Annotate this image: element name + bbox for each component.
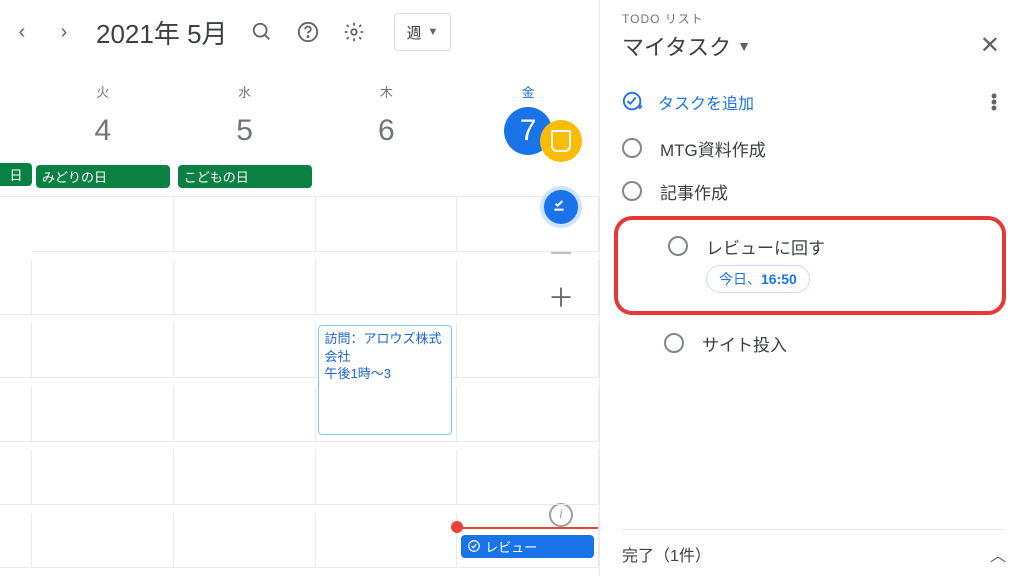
chevron-up-icon: ︿ [990, 542, 1006, 566]
calendar-title: 2021年 5月 [96, 14, 228, 51]
task-complete-toggle[interactable] [664, 333, 684, 353]
task-subitem[interactable]: サイト投入 [664, 323, 1006, 364]
view-picker[interactable]: 週 ▼ [394, 13, 452, 51]
task-label: サイト投入 [702, 331, 787, 356]
task-complete-toggle[interactable] [622, 181, 642, 201]
calendar-task-chip-label: レビュー [485, 537, 537, 556]
completed-toggle[interactable]: 完了（1件） ︿ [622, 529, 1006, 566]
search-icon[interactable] [242, 12, 282, 52]
task-complete-toggle[interactable] [622, 138, 642, 158]
tasks-list-picker[interactable]: マイタスク ▼ [622, 30, 751, 62]
help-icon[interactable] [288, 12, 328, 52]
add-task-button[interactable]: タスクを追加 [622, 90, 754, 114]
next-button[interactable]: › [46, 14, 82, 50]
time-grid[interactable]: 訪問：アロウズ株式会社 午後1時～3 レビュー [0, 197, 599, 576]
chevron-down-icon: ▼ [737, 38, 751, 54]
allday-chip[interactable]: みどりの日 [36, 165, 170, 188]
close-button[interactable]: ✕ [974, 27, 1006, 64]
tasks-menu-button[interactable]: ••• [982, 93, 1006, 111]
view-picker-label: 週 [407, 22, 422, 43]
keep-icon[interactable] [540, 120, 582, 162]
event-time: 午後1時～3 [325, 365, 446, 383]
day-header[interactable]: 木 6 [316, 82, 458, 155]
task-item[interactable]: MTG資料作成 [622, 128, 1006, 169]
day-header[interactable]: 火 4 [32, 82, 174, 155]
allday-chip[interactable]: こどもの日 [178, 165, 312, 188]
event-title: 訪問：アロウズ株式会社 [325, 330, 446, 365]
day-header[interactable]: 水 5 [174, 82, 316, 155]
task-subitem[interactable]: レビューに回す 今日、16:50 [668, 226, 984, 301]
task-complete-toggle[interactable] [668, 236, 688, 256]
tasks-list-name: マイタスク [622, 30, 731, 62]
tasks-eyebrow: TODO リスト [622, 10, 1006, 27]
now-indicator-dot [451, 521, 463, 533]
allday-chip[interactable]: 日 [0, 163, 32, 186]
add-task-label: タスクを追加 [658, 90, 754, 114]
completed-label: 完了（1件） [622, 542, 711, 566]
prev-button[interactable]: ‹ [4, 14, 40, 50]
chevron-down-icon: ▼ [428, 26, 439, 38]
task-item[interactable]: 記事作成 [622, 171, 1006, 212]
calendar-task-chip[interactable]: レビュー [461, 535, 594, 558]
now-indicator [457, 527, 598, 529]
task-label: 記事作成 [660, 179, 728, 204]
task-due-pill[interactable]: 今日、16:50 [706, 265, 810, 293]
settings-icon[interactable] [334, 12, 374, 52]
task-label: MTG資料作成 [660, 136, 766, 161]
task-label: レビューに回す [706, 234, 825, 259]
highlighted-subtask: レビューに回す 今日、16:50 [614, 216, 1006, 315]
